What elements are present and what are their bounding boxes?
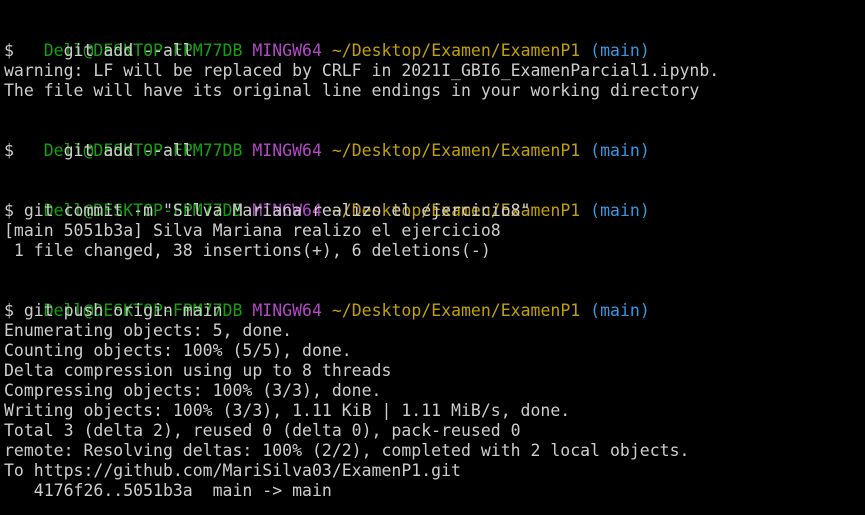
output-line: Total 3 (delta 2), reused 0 (delta 0), p… [4, 421, 521, 440]
output-line: warning: LF will be replaced by CRLF in … [4, 61, 720, 80]
prompt-path: ~/Desktop/Examen/ExamenP1 [331, 141, 581, 160]
prompt-system: MINGW64 [252, 301, 322, 320]
prompt-branch: (main) [590, 141, 650, 160]
terminal-window[interactable]: Dell@DESKTOP-FPM77DB MINGW64 ~/Desktop/E… [0, 0, 865, 515]
output-line: The file will have its original line end… [4, 81, 700, 100]
output-line: Writing objects: 100% (3/3), 1.11 KiB | … [4, 401, 571, 420]
command-line: $ git commit -m "Silva Mariana realizo e… [4, 201, 531, 220]
prompt-line: Dell@DESKTOP-FPM77DB MINGW64 ~/Desktop/E… [4, 281, 865, 320]
output-line: 1 file changed, 38 insertions(+), 6 dele… [4, 241, 491, 260]
prompt-branch: (main) [590, 201, 650, 220]
prompt-system: MINGW64 [252, 141, 322, 160]
prompt-line: Dell@DESKTOP-FPM77DB MINGW64 ~/Desktop/E… [4, 121, 865, 160]
prompt-system: MINGW64 [252, 41, 322, 60]
prompt-line: Dell@DESKTOP-FPM77DB MINGW64 ~/Desktop/E… [4, 21, 865, 60]
output-line: Delta compression using up to 8 threads [4, 361, 392, 380]
output-line: Counting objects: 100% (5/5), done. [4, 341, 352, 360]
output-line: remote: Resolving deltas: 100% (2/2), co… [4, 441, 690, 460]
prompt-branch: (main) [590, 41, 650, 60]
prompt-path: ~/Desktop/Examen/ExamenP1 [331, 301, 581, 320]
prompt-path: ~/Desktop/Examen/ExamenP1 [331, 41, 581, 60]
prompt-branch: (main) [590, 301, 650, 320]
prompt-line: Dell@DESKTOP-FPM77DB MINGW64 ~/Desktop/E… [4, 181, 865, 220]
output-line: [main 5051b3a] Silva Mariana realizo el … [4, 221, 501, 240]
output-line: To https://github.com/MariSilva03/Examen… [4, 461, 461, 480]
output-line: Compressing objects: 100% (3/3), done. [4, 381, 382, 400]
output-line: 4176f26..5051b3a main -> main [4, 481, 332, 500]
output-line: Enumerating objects: 5, done. [4, 321, 293, 340]
